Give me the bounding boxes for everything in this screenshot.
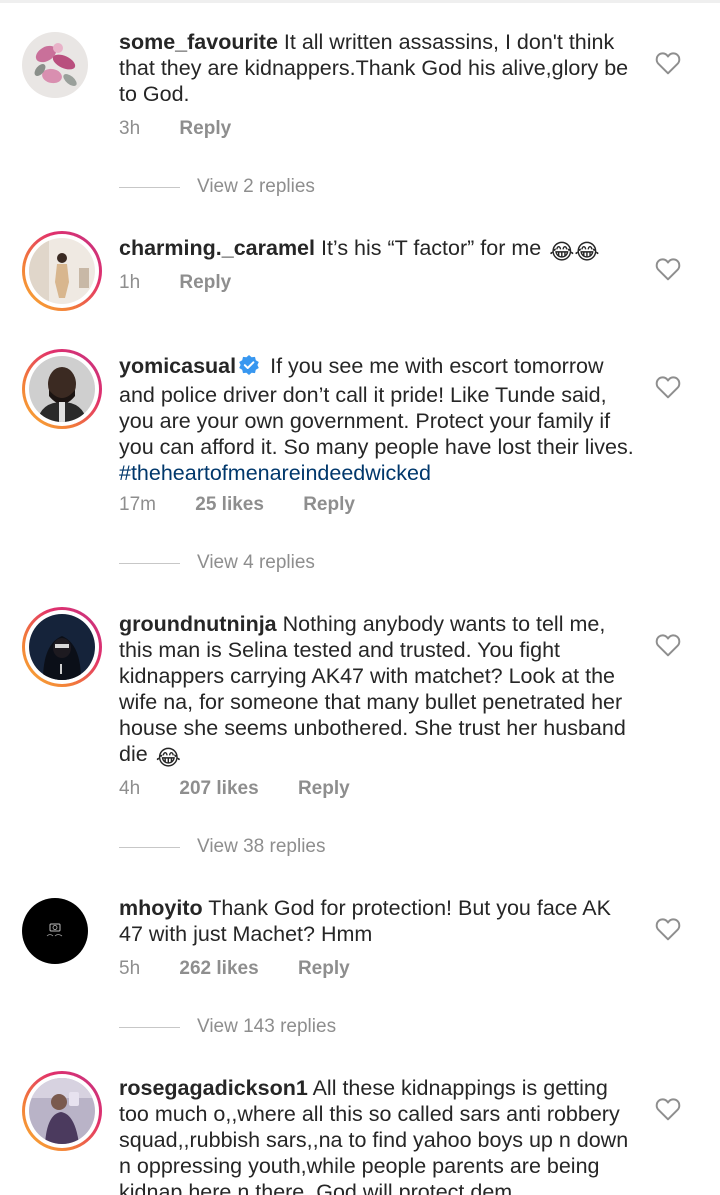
avatar[interactable]	[22, 607, 102, 687]
verified-badge-icon	[238, 354, 260, 382]
comment-username[interactable]: groundnutninja	[119, 612, 277, 636]
comment-text: yomicasual If you see me with escort tom…	[119, 353, 639, 486]
floral-avatar-icon	[22, 32, 88, 98]
view-replies-label: View 38 replies	[197, 836, 326, 857]
comment-time: 17m	[119, 494, 156, 515]
hooded-avatar-icon	[29, 614, 95, 680]
comment-meta: 1h Reply	[119, 272, 265, 294]
comment-username[interactable]: yomicasual	[119, 354, 236, 378]
comment-time: 4h	[119, 778, 141, 799]
comment-text: groundnutninja Nothing anybody wants to …	[119, 611, 639, 771]
avatar[interactable]	[22, 349, 102, 429]
comment-meta: 17m 25 likes Reply	[119, 494, 389, 516]
heart-icon[interactable]	[655, 917, 681, 941]
avatar[interactable]	[22, 1071, 102, 1151]
comment-text: some_favourite It all written assassins,…	[119, 29, 639, 107]
heart-icon[interactable]	[655, 633, 681, 657]
avatar[interactable]	[22, 898, 102, 978]
likes-count[interactable]: 262 likes	[179, 958, 258, 979]
likes-count[interactable]: 25 likes	[195, 494, 264, 515]
heart-icon[interactable]	[655, 51, 681, 75]
hashtag-link[interactable]: #theheartofmenareindeedwicked	[119, 461, 431, 485]
heart-icon[interactable]	[655, 375, 681, 399]
likes-count[interactable]: 207 likes	[179, 778, 258, 799]
person-avatar-icon	[29, 238, 95, 304]
dark-logo-avatar-icon	[22, 898, 88, 964]
view-replies-label: View 4 replies	[197, 552, 315, 573]
comment-time: 5h	[119, 958, 141, 979]
replies-divider	[119, 1027, 180, 1028]
comment-username[interactable]: some_favourite	[119, 30, 278, 54]
replies-divider	[119, 563, 180, 564]
laughing-emoji-icon: 😂😂	[549, 240, 600, 264]
reply-button[interactable]: Reply	[179, 272, 231, 293]
comment-body: It’s his “T factor” for me	[320, 236, 542, 260]
replies-divider	[119, 847, 180, 848]
comment-meta: 5h 262 likes Reply	[119, 958, 384, 980]
heart-icon[interactable]	[655, 257, 681, 281]
comment-text: charming._caramel It’s his “T factor” fo…	[119, 235, 639, 265]
selfie-avatar-icon	[29, 1078, 95, 1144]
heart-icon[interactable]	[655, 1097, 681, 1121]
avatar[interactable]	[22, 32, 102, 112]
comment-username[interactable]: charming._caramel	[119, 236, 315, 260]
reply-button[interactable]: Reply	[298, 958, 350, 979]
comment-meta: 3h Reply	[119, 118, 265, 140]
comment-username[interactable]: mhoyito	[119, 896, 203, 920]
avatar[interactable]	[22, 231, 102, 311]
view-replies-label: View 143 replies	[197, 1016, 337, 1037]
reply-button[interactable]: Reply	[298, 778, 350, 799]
comments-list: some_favourite It all written assassins,…	[0, 0, 720, 1195]
comment-meta: 4h 207 likes Reply	[119, 778, 384, 800]
replies-divider	[119, 187, 180, 188]
reply-button[interactable]: Reply	[303, 494, 355, 515]
comment-time: 1h	[119, 272, 141, 293]
comment-time: 3h	[119, 118, 141, 139]
view-replies-label: View 2 replies	[197, 176, 315, 197]
reply-button[interactable]: Reply	[179, 118, 231, 139]
comment-text: mhoyito Thank God for protection! But yo…	[119, 895, 639, 947]
comment-username[interactable]: rosegagadickson1	[119, 1076, 308, 1100]
portrait-avatar-icon	[29, 356, 95, 422]
comment-text: rosegagadickson1 All these kidnappings i…	[119, 1075, 639, 1195]
laughing-emoji-icon: 😂	[155, 746, 181, 770]
